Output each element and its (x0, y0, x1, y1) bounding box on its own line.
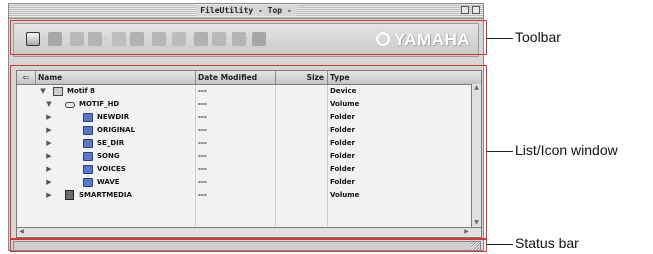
toolbar-callout-line (487, 38, 513, 39)
status-callout-line (487, 244, 513, 245)
collapse-button[interactable] (472, 6, 480, 14)
toolbar-callout-label: Toolbar (515, 29, 561, 45)
status-callout-box (10, 239, 487, 252)
title-bar[interactable]: FileUtility - Top - (9, 4, 483, 19)
list-callout-label: List/Icon window (515, 142, 618, 158)
status-callout-label: Status bar (515, 235, 579, 251)
zoom-button[interactable] (461, 6, 469, 14)
window-title: FileUtility - Top - (195, 5, 297, 16)
list-callout-box (10, 65, 487, 239)
toolbar-callout-box (10, 20, 487, 55)
list-callout-line (487, 151, 513, 152)
